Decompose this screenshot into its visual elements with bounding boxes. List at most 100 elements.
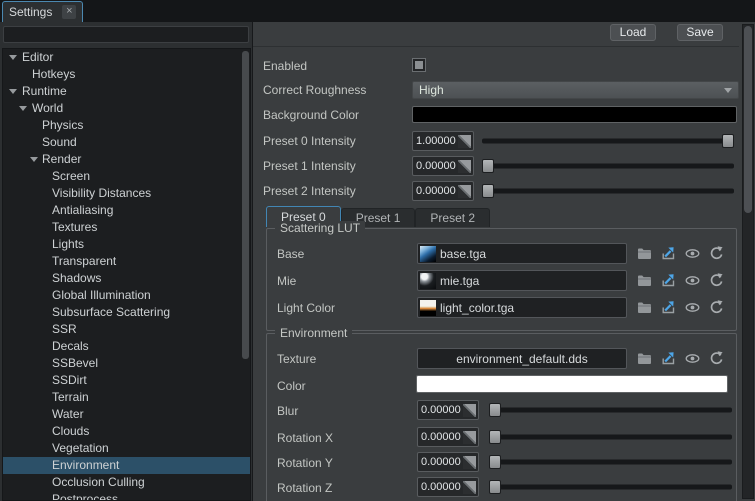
tree-item-ssbevel[interactable]: SSBevel xyxy=(3,355,250,372)
value-drag-icon[interactable] xyxy=(463,456,476,469)
slider-track[interactable] xyxy=(489,485,732,490)
tree-item-render[interactable]: Render xyxy=(3,151,250,168)
rotation-z-slider[interactable] xyxy=(489,477,732,497)
preset2-intensity-slider[interactable] xyxy=(482,181,734,201)
folder-icon[interactable] xyxy=(636,299,653,316)
folder-icon[interactable] xyxy=(636,350,653,367)
tree-item-world[interactable]: World xyxy=(3,100,250,117)
slider-track[interactable] xyxy=(489,408,732,413)
tree-item-screen[interactable]: Screen xyxy=(3,168,250,185)
tree-item-terrain[interactable]: Terrain xyxy=(3,389,250,406)
slider-thumb[interactable] xyxy=(489,455,501,469)
rotation-y-field[interactable]: 0.00000 xyxy=(417,452,479,472)
environment-color-swatch[interactable] xyxy=(416,375,728,393)
tree-item-hotkeys[interactable]: Hotkeys xyxy=(3,66,250,83)
tree-item-antialiasing[interactable]: Antialiasing xyxy=(3,202,250,219)
import-asset-icon[interactable] xyxy=(660,245,677,262)
value-drag-icon[interactable] xyxy=(458,135,471,148)
reset-icon[interactable] xyxy=(708,245,725,262)
slider-track[interactable] xyxy=(489,460,732,465)
slider-track[interactable] xyxy=(482,189,734,194)
tree-item-ssr[interactable]: SSR xyxy=(3,321,250,338)
tree-item-clouds[interactable]: Clouds xyxy=(3,423,250,440)
tree-item-subsurface-scattering[interactable]: Subsurface Scattering xyxy=(3,304,250,321)
correct-roughness-select[interactable]: High xyxy=(412,81,739,99)
tree-item-lights[interactable]: Lights xyxy=(3,236,250,253)
tree-item-editor[interactable]: Editor xyxy=(3,49,250,66)
environment-texture-field[interactable]: environment_default.dds xyxy=(417,348,627,369)
expand-arrow-icon[interactable] xyxy=(19,106,27,111)
eye-icon[interactable] xyxy=(684,272,701,289)
preset2-intensity-field[interactable]: 0.00000 xyxy=(412,181,474,201)
tree-item-physics[interactable]: Physics xyxy=(3,117,250,134)
tree-item-global-illumination[interactable]: Global Illumination xyxy=(3,287,250,304)
rotation-x-slider[interactable] xyxy=(489,427,732,447)
tab-preset-2[interactable]: Preset 2 xyxy=(415,208,490,227)
slider-track[interactable] xyxy=(482,164,734,169)
slider-thumb[interactable] xyxy=(482,159,494,173)
expand-arrow-icon[interactable] xyxy=(9,89,17,94)
rotation-x-field[interactable]: 0.00000 xyxy=(417,427,479,447)
eye-icon[interactable] xyxy=(684,245,701,262)
value-drag-icon[interactable] xyxy=(458,185,471,198)
tree-item-decals[interactable]: Decals xyxy=(3,338,250,355)
preset0-intensity-slider[interactable] xyxy=(482,131,734,151)
eye-icon[interactable] xyxy=(684,350,701,367)
panel-scrollbar[interactable] xyxy=(742,24,754,499)
value-drag-icon[interactable] xyxy=(458,160,471,173)
panel-scrollbar-thumb[interactable] xyxy=(744,26,752,213)
tree-item-visibility-distances[interactable]: Visibility Distances xyxy=(3,185,250,202)
eye-icon[interactable] xyxy=(684,299,701,316)
slider-thumb[interactable] xyxy=(489,403,501,417)
expand-arrow-icon[interactable] xyxy=(9,55,17,60)
folder-icon[interactable] xyxy=(636,272,653,289)
reset-icon[interactable] xyxy=(708,299,725,316)
tree-item-sound[interactable]: Sound xyxy=(3,134,250,151)
slider-thumb[interactable] xyxy=(489,430,501,444)
value-drag-icon[interactable] xyxy=(463,431,476,444)
setting-row-rotation-y: Rotation Y 0.00000 xyxy=(267,452,736,472)
save-button[interactable]: Save xyxy=(677,24,723,41)
tree-item-runtime[interactable]: Runtime xyxy=(3,83,250,100)
tree-item-textures[interactable]: Textures xyxy=(3,219,250,236)
background-color-swatch[interactable] xyxy=(412,106,737,123)
tree-item-vegetation[interactable]: Vegetation xyxy=(3,440,250,457)
rotation-z-field[interactable]: 0.00000 xyxy=(417,477,479,497)
value-drag-icon[interactable] xyxy=(463,481,476,494)
tree-scrollbar-thumb[interactable] xyxy=(242,51,249,359)
enabled-checkbox[interactable] xyxy=(412,58,426,72)
slider-thumb[interactable] xyxy=(722,134,734,148)
blur-field[interactable]: 0.00000 xyxy=(417,400,479,420)
reset-icon[interactable] xyxy=(708,272,725,289)
tree-item-ssdirt[interactable]: SSDirt xyxy=(3,372,250,389)
search-input[interactable] xyxy=(3,26,249,43)
tree-item-postprocess[interactable]: Postprocess xyxy=(3,491,250,501)
load-button[interactable]: Load xyxy=(610,24,656,41)
slider-thumb[interactable] xyxy=(489,480,501,494)
blur-slider[interactable] xyxy=(489,400,732,420)
tab-settings[interactable]: Settings × xyxy=(2,1,83,22)
slider-track[interactable] xyxy=(482,139,734,144)
preset0-intensity-field[interactable]: 1.00000 xyxy=(412,131,474,151)
slider-thumb[interactable] xyxy=(482,184,494,198)
slider-track[interactable] xyxy=(489,435,732,440)
reset-icon[interactable] xyxy=(708,350,725,367)
preset1-intensity-field[interactable]: 0.00000 xyxy=(412,156,474,176)
tree-item-occlusion-culling[interactable]: Occlusion Culling xyxy=(3,474,250,491)
light-color-texture-field[interactable]: light_color.tga xyxy=(417,297,627,318)
value-drag-icon[interactable] xyxy=(463,404,476,417)
tree-item-environment[interactable]: Environment xyxy=(3,457,250,474)
tree-item-shadows[interactable]: Shadows xyxy=(3,270,250,287)
import-asset-icon[interactable] xyxy=(660,299,677,316)
preset1-intensity-slider[interactable] xyxy=(482,156,734,176)
base-texture-field[interactable]: base.tga xyxy=(417,243,627,264)
rotation-y-slider[interactable] xyxy=(489,452,732,472)
tree-item-water[interactable]: Water xyxy=(3,406,250,423)
tree-item-transparent[interactable]: Transparent xyxy=(3,253,250,270)
folder-icon[interactable] xyxy=(636,245,653,262)
import-asset-icon[interactable] xyxy=(660,350,677,367)
mie-texture-field[interactable]: mie.tga xyxy=(417,270,627,291)
close-icon[interactable]: × xyxy=(62,5,76,19)
import-asset-icon[interactable] xyxy=(660,272,677,289)
expand-arrow-icon[interactable] xyxy=(30,157,38,162)
